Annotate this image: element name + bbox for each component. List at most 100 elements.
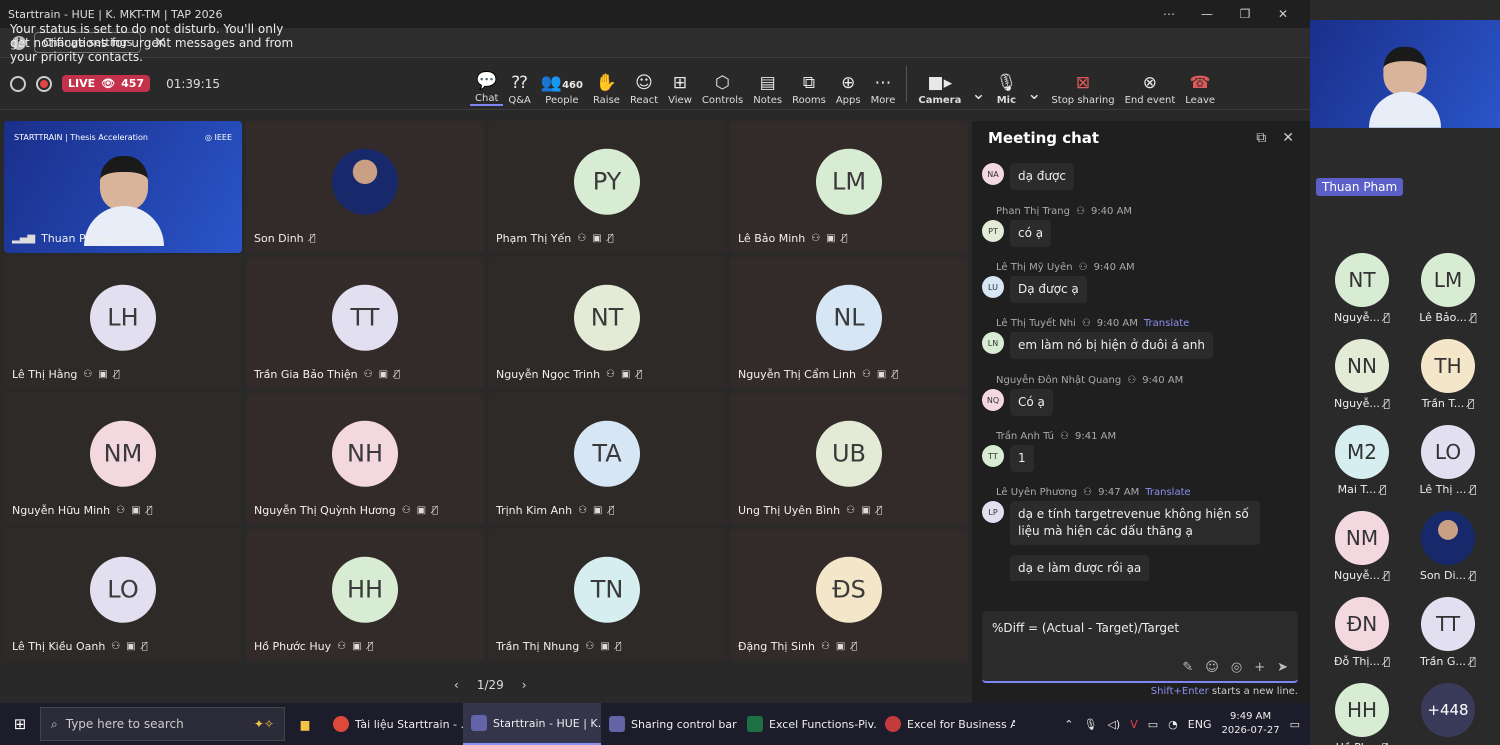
rooms-button[interactable]: ⧉ Rooms — [787, 62, 831, 106]
strip-participant[interactable]: ĐN Đỗ Thị... 🎙̸ — [1327, 597, 1397, 668]
participant-tile[interactable]: TT Trần Gia Bảo Thiện ⚇ ▣ 🎙̸ — [246, 257, 484, 389]
more-participants-button[interactable]: +448 — [1413, 683, 1483, 737]
participant-tile[interactable]: NL Nguyễn Thị Cẩm Linh ⚇ ▣ 🎙̸ — [730, 257, 968, 389]
chevron-up-icon[interactable]: ⌃ — [1064, 718, 1073, 731]
participant-tile[interactable]: Son Dinh 🎙̸ — [246, 121, 484, 253]
mic-tray-icon[interactable]: 🎙 — [1083, 718, 1097, 731]
chat-messages[interactable]: NA dạ được Phan Thị Trang ⚇ 9:40 AM PT có ạ Lê … — [972, 161, 1302, 581]
compose-input[interactable]: %Diff = (Actual - Target)/Target — [982, 611, 1298, 645]
leave-button[interactable]: ☎ Leave — [1180, 62, 1220, 106]
strip-participant[interactable]: M2 Mai T... 🎙̸ — [1327, 425, 1397, 496]
camera-options-icon[interactable]: ⌄ — [966, 62, 990, 106]
participant-tile[interactable]: NT Nguyễn Ngọc Trinh ⚇ ▣ 🎙̸ — [488, 257, 726, 389]
participant-tile[interactable]: TA Trịnh Kim Anh ⚇ ▣ 🎙̸ — [488, 393, 726, 525]
participant-tile[interactable]: UB Ung Thị Uyên Bình ⚇ ▣ 🎙̸ — [730, 393, 968, 525]
participant-tile[interactable]: STARTTRAIN | Thesis Acceleration ◎ IEEE ▂▄… — [4, 121, 242, 253]
message-bubble: 1 — [1010, 445, 1034, 472]
file-explorer-icon[interactable]: ▆ — [285, 718, 325, 731]
attach-plus-icon[interactable]: + — [1254, 660, 1265, 675]
clock[interactable]: 9:49 AM 2026-07-27 — [1221, 710, 1279, 738]
more-options-icon[interactable]: ⋯ — [1150, 7, 1188, 21]
sender-avatar[interactable]: PT — [982, 220, 1004, 242]
participant-tile[interactable]: LM Lê Bảo Minh ⚇ ▣ 🎙̸ — [730, 121, 968, 253]
chat-message[interactable]: Trần Anh Tú ⚇ 9:41 AM TT 1 — [982, 431, 1272, 472]
loop-icon[interactable]: ◎ — [1231, 660, 1242, 675]
raise-hand-button[interactable]: ✋ Raise — [588, 62, 625, 106]
taskbar-app-excel-business[interactable]: Excel for Business A... — [877, 703, 1015, 745]
strip-participant[interactable]: LO Lê Thị ... 🎙̸ — [1413, 425, 1483, 496]
strip-participant[interactable]: TT Trần G... 🎙̸ — [1413, 597, 1483, 668]
strip-participant[interactable]: TH Trần T... 🎙̸ — [1413, 339, 1483, 410]
format-icon[interactable]: ✎ — [1182, 660, 1193, 675]
self-preview-video[interactable] — [1310, 20, 1500, 128]
chat-message[interactable]: Lê Thị Mỹ Uyên ⚇ 9:40 AM LU Dạ được ạ — [982, 262, 1272, 303]
record-icon[interactable] — [36, 75, 52, 92]
participant-tile[interactable]: ĐS Đặng Thị Sinh ⚇ ▣ 🎙̸ — [730, 529, 968, 661]
sender-avatar[interactable]: NQ — [982, 389, 1004, 411]
participant-tile[interactable]: NH Nguyễn Thị Quỳnh Hương ⚇ ▣ 🎙̸ — [246, 393, 484, 525]
participant-tile[interactable]: LO Lê Thị Kiều Oanh ⚇ ▣ 🎙̸ — [4, 529, 242, 661]
prev-page-icon[interactable]: ‹ — [454, 678, 459, 692]
sender-avatar[interactable]: NA — [982, 163, 1004, 185]
view-button[interactable]: ⊞ View — [663, 62, 697, 106]
react-button[interactable]: ☺ React — [625, 62, 663, 106]
close-window-icon[interactable]: ✕ — [1264, 7, 1302, 21]
participant-tile[interactable]: NM Nguyễn Hữu Minh ⚇ ▣ 🎙̸ — [4, 393, 242, 525]
notifications-icon[interactable]: ▭ — [1290, 718, 1300, 731]
more-button[interactable]: ⋯ More — [866, 62, 901, 106]
strip-participant[interactable]: NM Nguyễ... 🎙̸ — [1327, 511, 1397, 582]
sender-avatar[interactable]: LN — [982, 332, 1004, 354]
chat-message[interactable]: Nguyễn Đôn Nhật Quang ⚇ 9:40 AM NQ Có ạ — [982, 375, 1272, 416]
end-event-button[interactable]: ⊗ End event — [1120, 62, 1181, 106]
language-indicator[interactable]: ENG — [1188, 718, 1212, 731]
network-icon[interactable]: ◔ — [1168, 718, 1178, 731]
taskbar-app-chrome[interactable]: Tài liệu Starttrain - ... — [325, 703, 463, 745]
windows-start-icon[interactable]: ⊞ — [0, 715, 40, 733]
apps-button[interactable]: ⊕ Apps — [831, 62, 866, 106]
sender-avatar[interactable]: LU — [982, 276, 1004, 298]
minimize-icon[interactable]: — — [1188, 7, 1226, 21]
chat-message[interactable]: NA dạ được — [982, 163, 1272, 190]
participant-tile[interactable]: PY Phạm Thị Yến ⚇ ▣ 🎙̸ — [488, 121, 726, 253]
chat-message[interactable]: Phan Thị Trang ⚇ 9:40 AM PT có ạ — [982, 206, 1272, 247]
stop-sharing-button[interactable]: ⊠ Stop sharing — [1046, 62, 1119, 106]
chat-message[interactable]: Lê Thị Tuyết Nhi ⚇ 9:40 AM Translate LN em là… — [982, 318, 1272, 359]
volume-icon[interactable]: ◁) — [1107, 718, 1120, 731]
translate-link[interactable]: Translate — [1144, 318, 1189, 329]
close-chat-icon[interactable]: ✕ — [1282, 130, 1294, 146]
controls-button[interactable]: ⬡ Controls — [697, 62, 748, 106]
vivaldi-icon[interactable]: V — [1130, 718, 1138, 731]
taskbar-app-teams[interactable]: Starttrain - HUE | K... — [463, 703, 601, 745]
notes-button[interactable]: ▤ Notes — [748, 62, 787, 106]
strip-participant[interactable]: LM Lê Bảo... 🎙̸ — [1413, 253, 1483, 324]
sender-avatar[interactable]: LP — [982, 501, 1004, 523]
strip-participant[interactable]: NT Nguyễ... 🎙̸ — [1327, 253, 1397, 324]
mic-options-icon[interactable]: ⌄ — [1022, 62, 1046, 106]
chat-message[interactable]: dạ e làm được rồi ạa — [982, 555, 1272, 581]
taskbar-app-excel[interactable]: Excel Functions-Piv... — [739, 703, 877, 745]
taskbar-search[interactable]: ⌕ Type here to search ✦✧ — [40, 707, 285, 741]
emoji-icon[interactable]: ☺ — [1205, 660, 1219, 675]
participant-tile[interactable]: TN Trần Thị Nhung ⚇ ▣ 🎙̸ — [488, 529, 726, 661]
chat-button[interactable]: 💬 Chat — [470, 62, 504, 106]
shield-icon[interactable] — [10, 75, 26, 92]
qa-button[interactable]: ⁇ Q&A — [503, 62, 536, 106]
chat-message[interactable]: Lê Uyên Phương ⚇ 9:47 AM Translate LP dạ e tí… — [982, 487, 1272, 545]
next-page-icon[interactable]: › — [522, 678, 527, 692]
taskbar-app-sharing[interactable]: Sharing control bar ... — [601, 703, 739, 745]
restore-icon[interactable]: ❐ — [1226, 7, 1264, 21]
participant-tile[interactable]: LH Lê Thị Hằng ⚇ ▣ 🎙̸ — [4, 257, 242, 389]
strip-participant[interactable]: HH Hồ Ph... 🎙̸ — [1327, 683, 1397, 745]
camera-button[interactable]: ■▸ Camera — [913, 62, 966, 106]
people-button[interactable]: 👥460 People — [536, 62, 588, 106]
participant-tile[interactable]: HH Hồ Phước Huy ⚇ ▣ 🎙̸ — [246, 529, 484, 661]
send-icon[interactable]: ➤ — [1277, 660, 1288, 675]
battery-icon[interactable]: ▭ — [1148, 718, 1158, 731]
translate-link[interactable]: Translate — [1145, 487, 1190, 498]
mic-button[interactable]: 🎙 Mic — [991, 62, 1023, 106]
sender-avatar[interactable]: TT — [982, 445, 1004, 467]
strip-participant[interactable]: Son Di... 🎙̸ — [1413, 511, 1483, 582]
compose-box[interactable]: %Diff = (Actual - Target)/Target ✎ ☺ ◎ +… — [982, 611, 1298, 683]
popout-icon[interactable]: ⧉ — [1256, 130, 1266, 146]
strip-participant[interactable]: NN Nguyễ... 🎙̸ — [1327, 339, 1397, 410]
